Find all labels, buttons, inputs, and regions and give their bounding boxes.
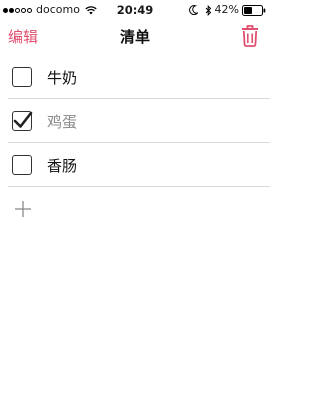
moon-icon — [188, 5, 198, 15]
plus-icon[interactable] — [13, 199, 33, 219]
battery-percent: 42% — [214, 3, 239, 16]
item-label: 牛奶 — [47, 68, 78, 87]
list-item[interactable]: 香肠 — [0, 143, 270, 187]
delete-button[interactable] — [240, 24, 260, 48]
checklist: 牛奶 鸡蛋 香肠 — [0, 55, 270, 231]
item-label: 鸡蛋 — [47, 112, 78, 131]
add-item-row[interactable] — [0, 187, 270, 231]
navigation-bar: 编辑 清单 — [0, 20, 270, 55]
page-title: 清单 — [119, 28, 150, 46]
checkmark-icon — [13, 111, 33, 128]
checkbox[interactable] — [12, 67, 32, 87]
trash-icon — [242, 25, 258, 47]
list-item[interactable]: 牛奶 — [0, 55, 270, 99]
list-item[interactable]: 鸡蛋 — [0, 99, 270, 143]
edit-button[interactable]: 编辑 — [8, 26, 38, 47]
checkbox[interactable] — [12, 111, 33, 131]
checkbox[interactable] — [12, 155, 32, 175]
status-bar: docomo 20:49 42% — [0, 0, 270, 20]
status-right: 42% — [188, 0, 266, 20]
item-label: 香肠 — [47, 156, 78, 175]
bluetooth-icon — [205, 4, 212, 16]
battery-icon — [242, 4, 266, 16]
